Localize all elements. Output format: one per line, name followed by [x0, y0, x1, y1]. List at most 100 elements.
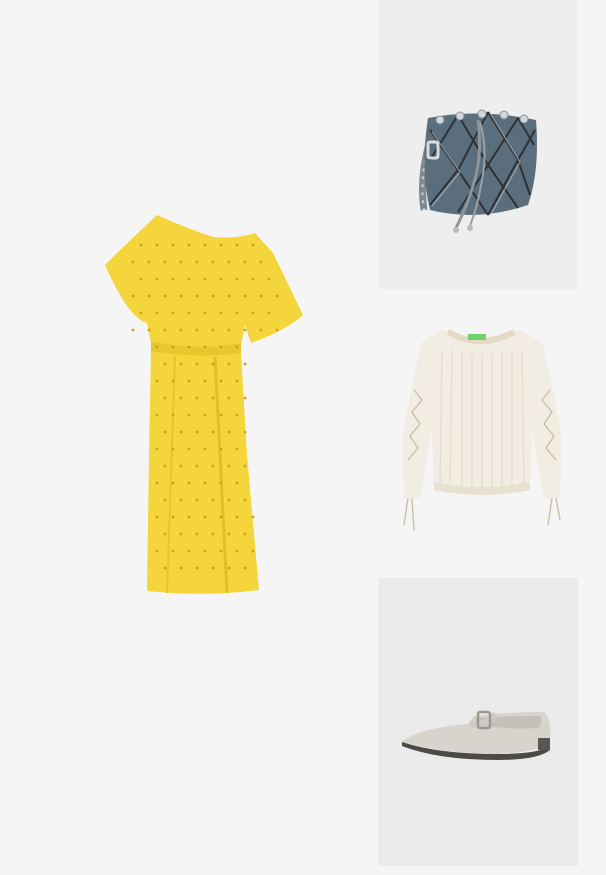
dress-dot — [187, 447, 191, 451]
dress-dot — [187, 481, 191, 485]
dress-dot — [155, 549, 159, 553]
dress-dot — [227, 532, 231, 536]
dress-bodice — [105, 215, 303, 348]
dress-dot — [195, 328, 199, 332]
dress-dot — [163, 566, 167, 570]
dress-dot — [203, 345, 207, 349]
dress-dot — [195, 532, 199, 536]
dress-dot — [187, 277, 191, 281]
dress-dot — [259, 260, 263, 264]
dress-dot — [179, 260, 183, 264]
dress-dot — [195, 294, 199, 298]
dress-dot — [163, 396, 167, 400]
yellow-dress-icon — [105, 215, 303, 594]
dress-dot — [219, 311, 223, 315]
dress-dot — [203, 311, 207, 315]
dress-dot — [187, 413, 191, 417]
dress-dot — [179, 294, 183, 298]
dress-dot — [219, 413, 223, 417]
dress-dot — [139, 277, 143, 281]
dress-dot — [179, 498, 183, 502]
dress-dot — [179, 362, 183, 366]
dress-dot — [195, 260, 199, 264]
dress-dot — [219, 277, 223, 281]
dress-dot — [195, 396, 199, 400]
dress-dot — [227, 260, 231, 264]
dress-dot — [251, 515, 255, 519]
dress-dot — [235, 243, 239, 247]
dress-dot — [251, 549, 255, 553]
dress-dot — [235, 447, 239, 451]
dress-dot — [211, 430, 215, 434]
dress-product[interactable] — [95, 205, 315, 600]
dress-dot — [155, 447, 159, 451]
dress-dot — [163, 498, 167, 502]
dress-dot — [195, 362, 199, 366]
dress-dot — [195, 464, 199, 468]
dress-dot — [235, 413, 239, 417]
dress-dot — [171, 243, 175, 247]
dress-dot — [187, 311, 191, 315]
dress-dot — [171, 345, 175, 349]
dress-dot — [195, 566, 199, 570]
dress-dot — [251, 311, 255, 315]
dress-dot — [211, 464, 215, 468]
dress-dot — [163, 362, 167, 366]
dress-dot — [155, 413, 159, 417]
denim-bucket-bag-icon — [419, 109, 537, 233]
dress-dot — [155, 345, 159, 349]
dress-dot — [171, 277, 175, 281]
dress-dot — [211, 498, 215, 502]
dress-dot — [243, 362, 247, 366]
dress-dot — [227, 396, 231, 400]
dress-dot — [211, 396, 215, 400]
dress-dot — [219, 379, 223, 383]
dress-dot — [211, 328, 215, 332]
dress-dot — [179, 328, 183, 332]
dress-dot — [203, 379, 207, 383]
dress-dot — [187, 549, 191, 553]
dress-dot — [211, 362, 215, 366]
dress-dot — [187, 379, 191, 383]
dress-dot — [187, 515, 191, 519]
dress-dot — [219, 345, 223, 349]
dress-dot — [235, 481, 239, 485]
dress-dot — [203, 549, 207, 553]
dress-dot — [211, 294, 215, 298]
dress-dot — [235, 345, 239, 349]
dress-dot — [235, 277, 239, 281]
dress-dot — [259, 328, 263, 332]
dress-dot — [243, 498, 247, 502]
dress-dot — [163, 260, 167, 264]
dress-dot — [155, 515, 159, 519]
dress-dot — [267, 277, 271, 281]
dress-dot — [275, 328, 279, 332]
sweater-product[interactable] — [392, 320, 572, 540]
dress-dot — [235, 311, 239, 315]
dress-dot — [187, 345, 191, 349]
dress-dot — [155, 243, 159, 247]
dress-dot — [203, 481, 207, 485]
dress-dot — [155, 481, 159, 485]
dress-dot — [163, 328, 167, 332]
sweater-tag — [468, 334, 486, 340]
dress-dot — [227, 328, 231, 332]
dress-dot — [243, 260, 247, 264]
dress-dot — [147, 260, 151, 264]
shoe-product[interactable] — [378, 578, 578, 866]
dress-dot — [179, 396, 183, 400]
dress-dot — [251, 277, 255, 281]
bag-toggle — [453, 227, 459, 233]
dress-dot — [219, 549, 223, 553]
dress-dot — [139, 243, 143, 247]
dress-dot — [227, 430, 231, 434]
dress-dot — [179, 566, 183, 570]
dress-dot — [163, 532, 167, 536]
bag-product[interactable] — [378, 0, 578, 289]
dress-dot — [267, 311, 271, 315]
dress-dot — [243, 430, 247, 434]
dress-dot — [155, 277, 159, 281]
dress-skirt — [147, 351, 259, 594]
dress-dot — [171, 413, 175, 417]
dress-dot — [163, 464, 167, 468]
